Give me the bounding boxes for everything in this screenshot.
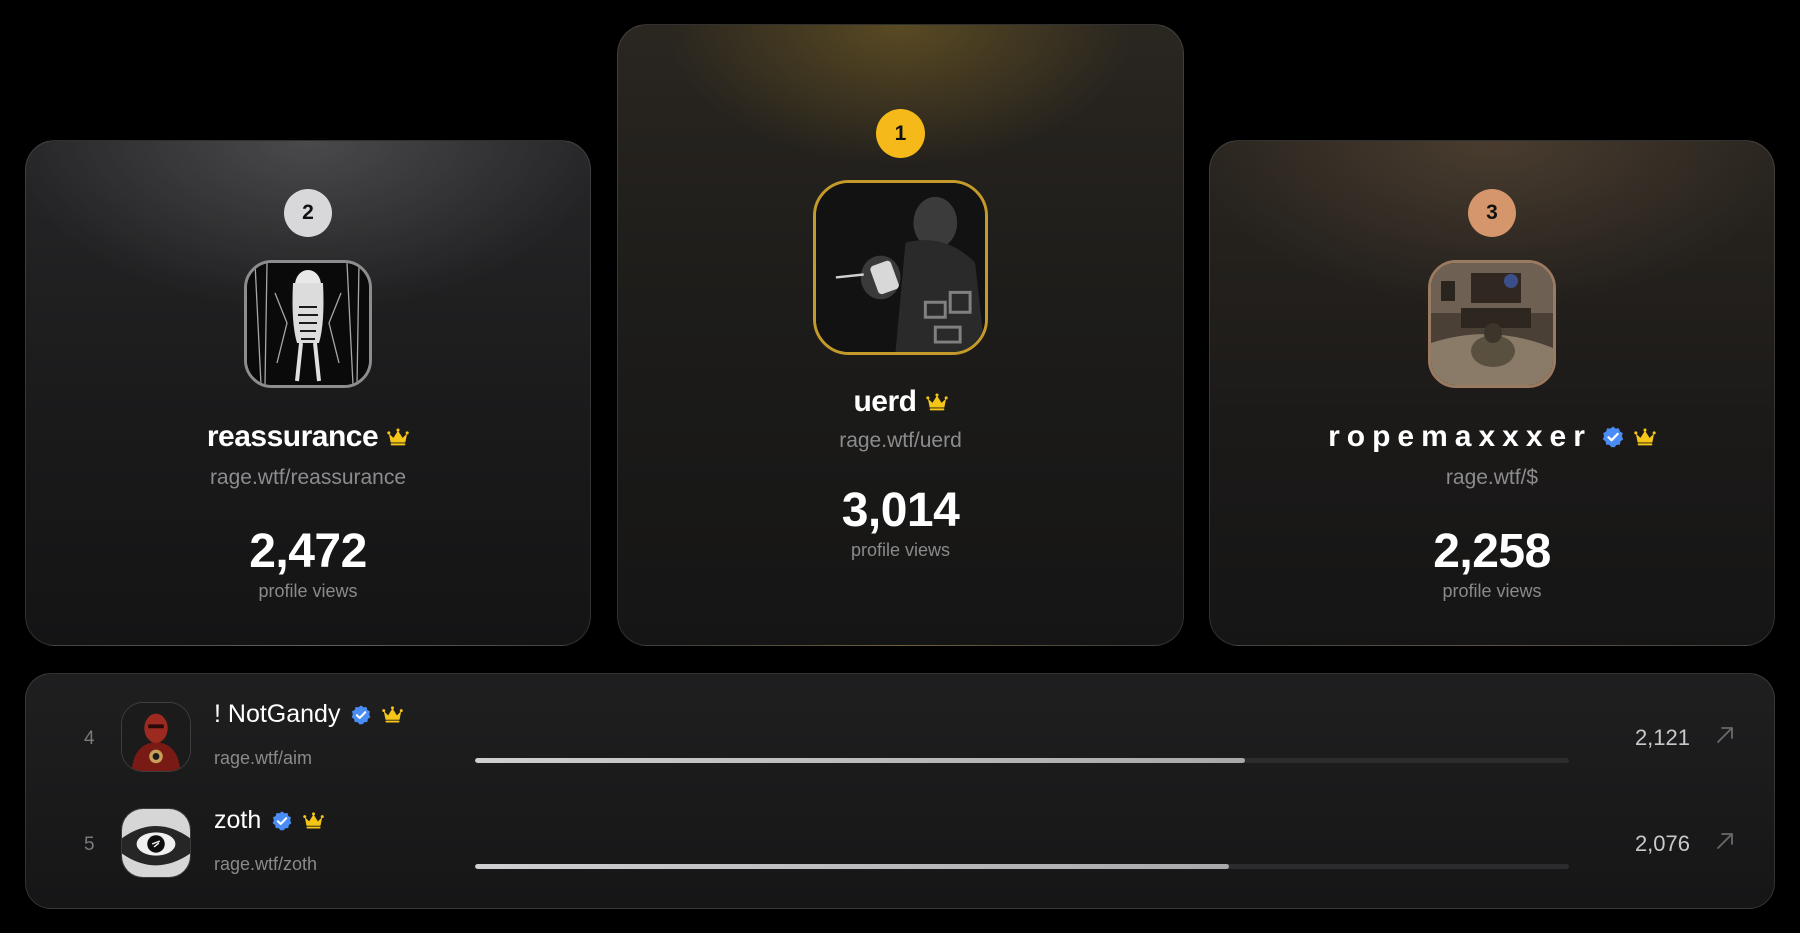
views-progress-fill — [475, 758, 1246, 763]
views-progress-fill — [475, 864, 1229, 869]
rank-number: 5 — [84, 834, 95, 855]
verified-icon — [1602, 426, 1624, 448]
views-progress-bar — [475, 758, 1569, 763]
username: ! NotGandy — [214, 700, 341, 728]
crown-icon — [925, 393, 948, 411]
crown-icon — [1634, 428, 1656, 446]
rank-badge-silver: 2 — [284, 189, 332, 237]
avatar-image — [1431, 263, 1553, 385]
verified-icon — [352, 704, 371, 725]
podium-card-third[interactable]: 3 ropemaxxxer rage.wtf/$ 2,258 profile v… — [1209, 140, 1775, 646]
username: zoth — [214, 806, 262, 834]
username: reassurance — [206, 420, 379, 453]
avatar-image — [122, 703, 190, 771]
avatar[interactable] — [121, 702, 191, 772]
views-progress-bar — [475, 864, 1569, 869]
list-item[interactable]: 4 ! NotGandy rage.wtf/aim 2,121 — [26, 700, 1774, 792]
leaderboard: 2 reassurance rage.wtf/reassurance 2,472… — [0, 0, 1800, 933]
crown-icon — [303, 812, 325, 829]
username-row[interactable]: reassurance — [207, 420, 409, 454]
leaderboard-list: 4 ! NotGandy rage.wtf/aim 2,121 5 zoth r… — [25, 673, 1775, 909]
views-count: 2,121 — [1634, 725, 1690, 750]
rank-number: 4 — [84, 728, 95, 749]
views-count: 2,258 — [1433, 525, 1551, 578]
username-row[interactable]: uerd — [853, 385, 948, 419]
crown-icon — [382, 706, 404, 723]
avatar[interactable] — [813, 180, 988, 355]
podium-card-second[interactable]: 2 reassurance rage.wtf/reassurance 2,472… — [25, 140, 591, 646]
views-count: 3,014 — [841, 484, 960, 537]
username-row[interactable]: zoth — [214, 806, 325, 835]
profile-link[interactable]: rage.wtf/reassurance — [210, 466, 406, 490]
podium-card-first[interactable]: 1 uerd rage.wtf/uerd 3,014 profile views — [617, 24, 1184, 646]
avatar-image — [247, 263, 369, 385]
views-label: profile views — [258, 581, 358, 601]
username: uerd — [853, 385, 917, 418]
profile-link[interactable]: rage.wtf/aim — [214, 748, 312, 769]
profile-link[interactable]: rage.wtf/zoth — [214, 854, 317, 875]
username-row[interactable]: ropemaxxxer — [1328, 420, 1656, 454]
views-label: profile views — [850, 540, 951, 560]
username-row[interactable]: ! NotGandy — [214, 700, 404, 729]
views-label: profile views — [1442, 581, 1542, 601]
verified-icon — [272, 810, 292, 831]
profile-link[interactable]: rage.wtf/$ — [1446, 466, 1538, 490]
avatar[interactable] — [121, 808, 191, 878]
avatar-image — [816, 183, 985, 352]
rank-badge-gold: 1 — [876, 109, 925, 158]
arrow-up-right-icon[interactable] — [1714, 830, 1736, 852]
avatar-image — [122, 809, 190, 877]
avatar[interactable] — [244, 260, 372, 388]
arrow-up-right-icon[interactable] — [1714, 724, 1736, 746]
avatar[interactable] — [1428, 260, 1556, 388]
views-count: 2,076 — [1634, 831, 1690, 856]
rank-badge-bronze: 3 — [1468, 189, 1516, 237]
username: ropemaxxxer — [1328, 420, 1592, 453]
crown-icon — [387, 428, 409, 446]
views-count: 2,472 — [249, 525, 367, 578]
profile-link[interactable]: rage.wtf/uerd — [839, 429, 962, 453]
list-item[interactable]: 5 zoth rage.wtf/zoth 2,076 — [26, 806, 1774, 898]
